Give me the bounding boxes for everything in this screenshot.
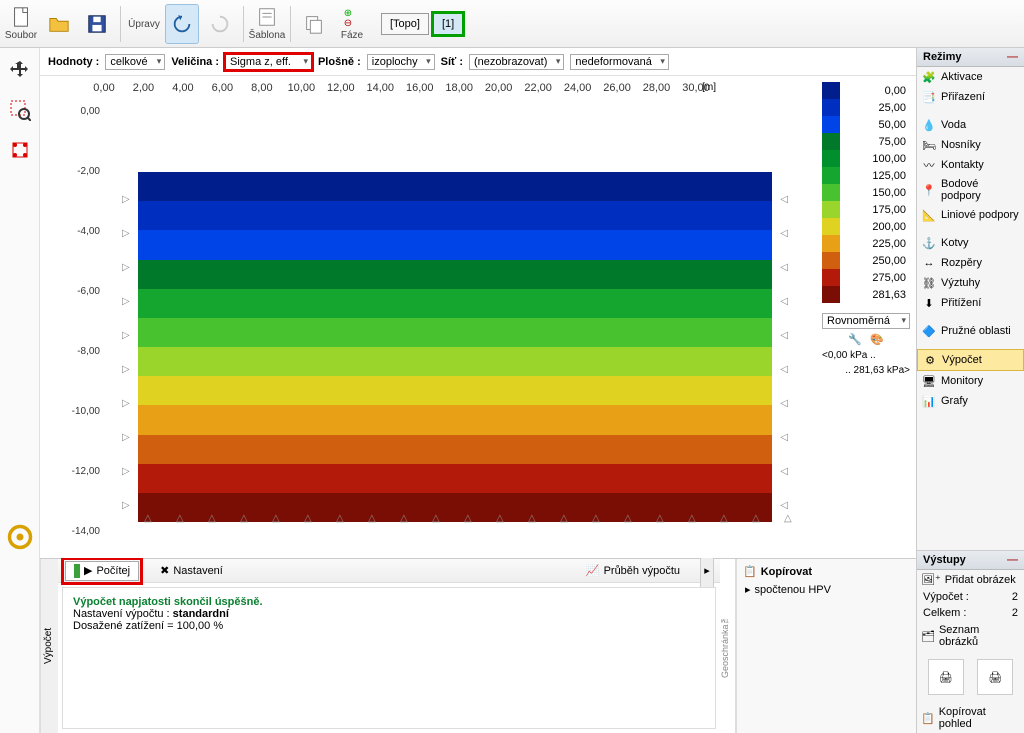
- mode-bodové podpory[interactable]: 📍Bodové podpory: [917, 175, 1024, 205]
- save-button[interactable]: [80, 4, 114, 44]
- main-toolbar: Soubor Úpravy Šablona ⊕⊖ Fáze [Topo] [1]: [0, 0, 1024, 48]
- progress-button[interactable]: 📈 Průběh výpočtu: [578, 562, 688, 579]
- stress-bands: [138, 172, 772, 522]
- bottom-panel: Výpočet ▶ Počítej ✖ Nastavení 📈 Průběh v…: [40, 558, 916, 733]
- velicina-dropdown[interactable]: Sigma z, eff.: [225, 54, 312, 70]
- mode-přitížení[interactable]: ⬇Přitížení: [917, 293, 1024, 313]
- copy-panel: 📋Kopírovat ▸ spočtenou HPV: [736, 559, 916, 733]
- ruler-left: 0,00-2,00-4,00-6,00-8,00-10,00-12,00-14,…: [60, 106, 100, 538]
- ruler-unit: [m]: [702, 82, 716, 93]
- result-log: Výpočet napjatosti skončil úspěšně. Nast…: [62, 587, 716, 729]
- color-legend: 0,0025,0050,0075,00100,00125,00150,00175…: [816, 76, 916, 558]
- edits-label: Úpravy: [128, 19, 160, 30]
- template-label: Šablona: [249, 30, 286, 41]
- canvas[interactable]: 0,002,004,006,008,0010,0012,0014,0016,00…: [40, 76, 816, 558]
- hodnoty-label: Hodnoty :: [48, 56, 99, 68]
- mode-liniové podpory[interactable]: 📐Liniové podpory: [917, 205, 1024, 225]
- left-toolbar: [0, 48, 40, 733]
- view-options-bar: Hodnoty : celkové Veličina : Sigma z, ef…: [40, 48, 916, 76]
- plot-area: ▷◁▷◁▷◁▷◁▷◁▷◁▷◁▷◁▷◁▷◁△△△△△△△△△△△△△△△△△△△△…: [114, 104, 796, 538]
- tab-topo[interactable]: [Topo]: [381, 13, 429, 35]
- result-success: Výpočet napjatosti skončil úspěšně.: [73, 596, 705, 608]
- settings-button[interactable]: ✖ Nastavení: [152, 562, 231, 579]
- tab-phase-1[interactable]: [1]: [433, 13, 463, 35]
- mode-nosníky[interactable]: 🛏Nosníky: [917, 135, 1024, 155]
- print-button[interactable]: 🖨: [928, 659, 964, 695]
- phase-menu[interactable]: ⊕⊖ Fáze: [335, 4, 369, 44]
- modes-list: 🧩Aktivace📑Přiřazení 💧Voda🛏Nosníky〰Kontakt…: [917, 67, 1024, 550]
- plosne-dropdown[interactable]: izoplochy: [367, 54, 435, 70]
- print-color-button[interactable]: 🖨: [977, 659, 1013, 695]
- mode-pružné oblasti[interactable]: 🔷Pružné oblasti: [917, 321, 1024, 341]
- minimize-icon[interactable]: —: [1007, 51, 1018, 63]
- range-high: .. 281,63 kPa>: [822, 365, 910, 376]
- open-button[interactable]: [42, 4, 76, 44]
- velicina-label: Veličina :: [171, 56, 219, 68]
- phase-label: Fáze: [341, 30, 363, 41]
- bottom-tab-vypocet[interactable]: Výpočet: [40, 559, 58, 733]
- image-list-button[interactable]: 🗂 Seznam obrázků: [917, 621, 1024, 651]
- outputs-header: Výstupy—: [917, 551, 1024, 570]
- calculate-button[interactable]: ▶ Počítej: [65, 561, 139, 581]
- copy-button[interactable]: [297, 4, 331, 44]
- mode-kotvy[interactable]: ⚓Kotvy: [917, 233, 1024, 253]
- add-image-button[interactable]: 🖼⁺ Přidat obrázek: [917, 570, 1024, 589]
- result-load: Dosažené zatížení = 100,00 %: [73, 620, 705, 632]
- fit-tool[interactable]: [6, 136, 34, 164]
- mode-grafy[interactable]: 📊Grafy: [917, 391, 1024, 411]
- deform-dropdown[interactable]: nedeformovaná: [570, 54, 668, 70]
- file-menu[interactable]: Soubor: [4, 4, 38, 44]
- wrench-icon[interactable]: 🔧: [848, 333, 862, 346]
- svg-text:⊖: ⊖: [344, 18, 352, 28]
- minimize-icon[interactable]: —: [1007, 554, 1018, 566]
- scale-dropdown[interactable]: Rovnoměrná: [822, 313, 910, 329]
- mode-aktivace[interactable]: 🧩Aktivace: [917, 67, 1024, 87]
- pan-tool[interactable]: [6, 56, 34, 84]
- mode-voda[interactable]: 💧Voda: [917, 115, 1024, 135]
- geoschranka-tab[interactable]: Geoschránka™: [720, 559, 736, 733]
- template-menu[interactable]: Šablona: [250, 4, 284, 44]
- mode-přiřazení[interactable]: 📑Přiřazení: [917, 87, 1024, 107]
- settings-gear-icon[interactable]: [6, 523, 34, 551]
- modes-header: Režimy—: [917, 48, 1024, 67]
- ruler-top: 0,002,004,006,008,0010,0012,0014,0016,00…: [104, 82, 696, 102]
- redo-button: [203, 4, 237, 44]
- calc-button-highlight: ▶ Počítej: [64, 560, 140, 582]
- file-label: Soubor: [5, 30, 37, 41]
- range-low: <0,00 kPa ..: [822, 350, 910, 361]
- edits-menu[interactable]: Úpravy: [127, 4, 161, 44]
- undo-button[interactable]: [165, 4, 199, 44]
- phase-tabs: [Topo] [1]: [381, 13, 463, 35]
- mode-rozpěry[interactable]: ↔Rozpěry: [917, 253, 1024, 273]
- mode-kontakty[interactable]: 〰Kontakty: [917, 155, 1024, 175]
- copy-hpv-button[interactable]: ▸ spočtenou HPV: [741, 580, 912, 599]
- plosne-label: Plošně :: [318, 56, 361, 68]
- zoom-area-tool[interactable]: [6, 96, 34, 124]
- right-panel: Režimy— 🧩Aktivace📑Přiřazení 💧Voda🛏Nosníky…: [916, 48, 1024, 733]
- sit-label: Síť :: [441, 56, 463, 68]
- sit-dropdown[interactable]: (nezobrazovat): [469, 54, 564, 70]
- hodnoty-dropdown[interactable]: celkové: [105, 54, 165, 70]
- mode-výpočet[interactable]: ⚙Výpočet: [917, 349, 1024, 371]
- mode-monitory[interactable]: 🖥Monitory: [917, 371, 1024, 391]
- copy-view-button[interactable]: 📋 Kopírovat pohled: [917, 703, 1024, 733]
- copy-icon: 📋: [743, 565, 757, 578]
- mode-výztuhy[interactable]: ⛓Výztuhy: [917, 273, 1024, 293]
- palette-icon[interactable]: 🎨: [870, 333, 884, 346]
